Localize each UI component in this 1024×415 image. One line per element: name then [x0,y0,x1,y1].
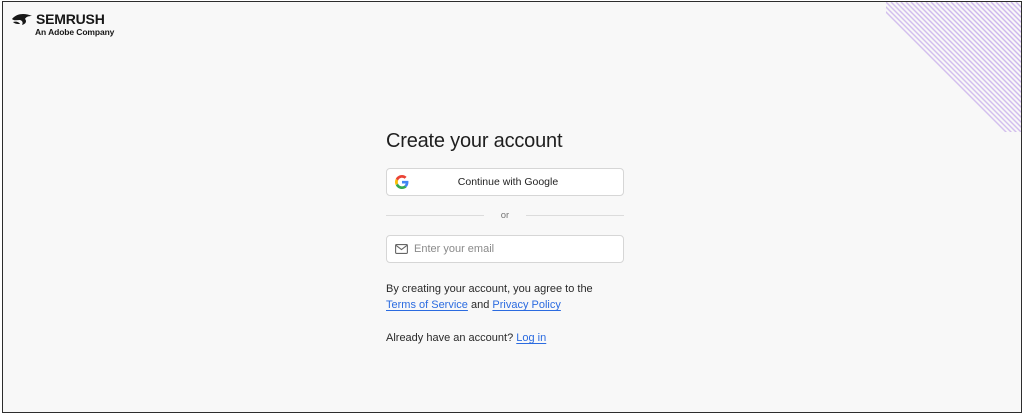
terms-notice: By creating your account, you agree to t… [386,281,624,313]
semrush-fire-icon [12,14,32,25]
brand-name: SEMRUSH [36,11,105,27]
divider-text: or [500,209,510,221]
divider-line-left [386,214,484,216]
email-field[interactable] [386,235,624,263]
divider-line-right [526,214,624,216]
terms-of-service-link[interactable]: Terms of Service [386,299,468,311]
login-prompt-text: Already have an account? [386,332,514,344]
or-divider: or [386,209,624,221]
page-title: Create your account [386,130,563,152]
login-prompt: Already have an account? Log in [386,330,624,346]
page-frame: SEMRUSH An Adobe Company Create your acc… [2,1,1022,413]
google-g-icon [395,175,409,189]
signup-card: Create your account Continue with Google… [386,128,624,346]
privacy-policy-link[interactable]: Privacy Policy [492,299,560,311]
corner-stripes-decoration [886,2,1021,132]
semrush-logo[interactable]: SEMRUSH An Adobe Company [11,11,114,37]
terms-prefix: By creating your account, you agree to t… [386,283,593,295]
terms-and: and [470,299,490,311]
envelope-icon [395,244,408,254]
email-input[interactable] [414,243,614,255]
google-button-label: Continue with Google [457,176,559,188]
brand-tagline: An Adobe Company [35,27,115,37]
continue-with-google-button[interactable]: Continue with Google [386,168,624,196]
log-in-link[interactable]: Log in [516,332,546,344]
